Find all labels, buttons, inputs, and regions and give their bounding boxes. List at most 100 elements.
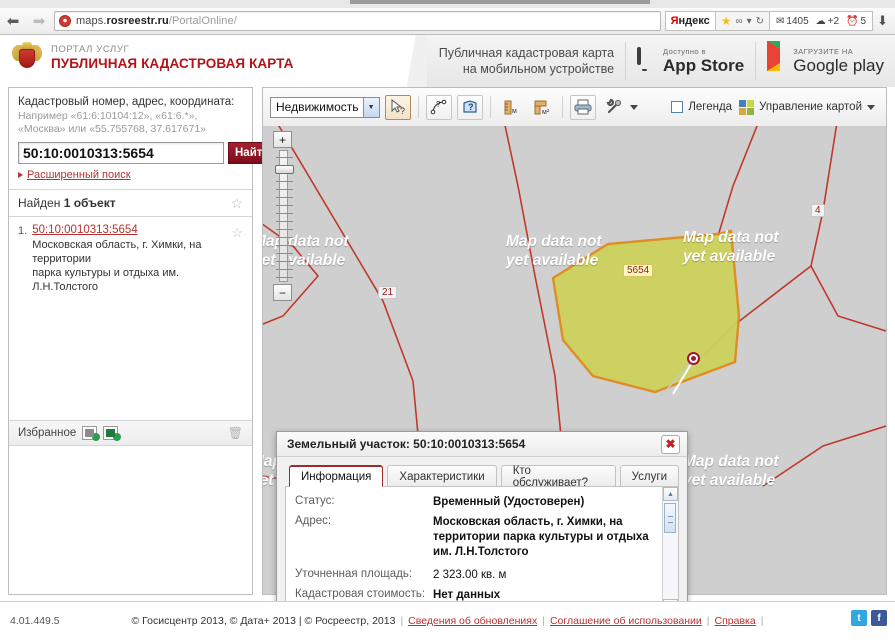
facebook-icon[interactable]: f xyxy=(871,610,887,626)
star-icon[interactable]: ☆ xyxy=(230,195,243,212)
tab-harakteristiki[interactable]: Характеристики xyxy=(387,465,497,487)
browser-active-tab[interactable] xyxy=(350,0,650,4)
mail-status[interactable]: ✉ 1405 xyxy=(776,16,809,27)
search-input[interactable] xyxy=(18,142,224,164)
star-icon[interactable]: ☆ xyxy=(231,224,243,294)
googleplay-badge[interactable]: ЗАГРУЗИТЕ НА Google play xyxy=(755,41,895,80)
promo-line-2: на мобильном устройстве xyxy=(462,62,615,76)
parcel-label: 5654 xyxy=(623,264,654,277)
pointer-query-tool[interactable]: ? xyxy=(384,94,411,120)
googleplay-google: Google xyxy=(793,56,853,75)
measure-area-tool[interactable]: м² xyxy=(529,95,555,120)
layer-select[interactable]: Недвижимость ▼ xyxy=(270,96,380,118)
tools-menu-caret-icon[interactable] xyxy=(629,104,638,110)
excel-export-icon[interactable] xyxy=(103,426,122,441)
sidebar: Кадастровый номер, адрес, координата: На… xyxy=(8,87,277,595)
svg-text:?: ? xyxy=(436,100,441,109)
found-text: Найден 1 объект xyxy=(18,196,116,210)
tab-informaciya[interactable]: Информация xyxy=(289,465,384,487)
play-triangle-icon xyxy=(767,41,787,73)
twitter-icon[interactable]: t xyxy=(851,610,867,626)
clock-status[interactable]: ⏰ 5 xyxy=(846,16,866,27)
favorites-bar: Избранное 🗑 xyxy=(9,420,252,446)
forward-arrow-icon[interactable]: ➡ xyxy=(26,9,52,33)
copyright-text: © Госисцентр 2013, © Дата+ 2013 | © Роср… xyxy=(131,615,396,627)
tab-kto-obsluzhivaet[interactable]: Кто обслуживает? xyxy=(500,465,616,489)
yandex-logo[interactable]: Яндекс xyxy=(664,11,715,31)
zoom-out-icon[interactable]: − xyxy=(273,284,292,301)
print-tool[interactable] xyxy=(569,94,596,120)
chevron-up-icon[interactable]: ▲ xyxy=(663,487,678,501)
legend-label: Легенда xyxy=(688,101,733,113)
measure-length-tool[interactable]: м xyxy=(498,95,524,120)
coat-of-arms-icon xyxy=(12,42,42,74)
result-address-line-2: парка культуры и отдыха им. Л.Н.Толстого xyxy=(32,267,180,293)
footer-link-updates[interactable]: Сведения об обновлениях xyxy=(408,615,537,627)
url-domain: rosreestr.ru xyxy=(106,15,169,27)
zoom-slider-handle[interactable] xyxy=(274,165,294,174)
main-content: Кадастровый номер, адрес, координата: На… xyxy=(0,87,895,623)
location-marker-icon[interactable] xyxy=(687,352,700,365)
appstore-badge[interactable]: Доступно в App Store xyxy=(625,42,755,80)
parcel-label: 21 xyxy=(378,286,398,299)
legend-toggle[interactable]: Легенда xyxy=(671,101,732,113)
legend-checkbox[interactable] xyxy=(671,101,684,113)
close-icon[interactable]: ✖ xyxy=(661,434,680,454)
yandex-logo-ya: Я xyxy=(670,15,679,27)
excel-import-icon[interactable] xyxy=(82,426,101,441)
map-control-menu[interactable]: Управление картой xyxy=(739,99,879,115)
tab-uslugi[interactable]: Услуги xyxy=(619,465,679,487)
url-bar[interactable]: maps.rosreestr.ru/PortalOnline/ xyxy=(54,11,661,31)
trash-icon[interactable]: 🗑 xyxy=(228,426,243,440)
chevron-down-icon xyxy=(867,104,875,110)
weather-status[interactable]: ☁ +2 xyxy=(816,16,839,27)
url-text: maps.rosreestr.ru/PortalOnline/ xyxy=(76,15,237,27)
star-icon[interactable]: ★ xyxy=(721,14,732,28)
mobile-promo-block: Публичная кадастровая карта на мобильном… xyxy=(396,35,895,87)
googleplay-big-label: Google play xyxy=(793,56,884,75)
polygon-query-tool[interactable]: ? xyxy=(456,94,483,120)
zoom-control: + − xyxy=(273,131,294,301)
svg-text:м: м xyxy=(512,108,517,115)
toolbar-divider xyxy=(489,96,491,118)
download-arrow-icon[interactable]: ⬇ xyxy=(873,13,892,29)
field-value: Московская область, г. Химки, на террито… xyxy=(433,516,649,558)
advanced-search-link[interactable]: Расширенный поиск xyxy=(18,169,243,181)
brand-text: ПОРТАЛ УСЛУГ ПУБЛИЧНАЯ КАДАСТРОВАЯ КАРТА xyxy=(51,44,294,72)
toolbar-divider xyxy=(417,96,419,118)
field-address: Адрес: Московская область, г. Химки, на … xyxy=(295,515,656,560)
clock-icon: ⏰ xyxy=(846,15,859,27)
footer-link-help[interactable]: Справка xyxy=(715,615,756,627)
polyline-query-tool[interactable]: ? xyxy=(425,94,452,120)
page-title: ПУБЛИЧНАЯ КАДАСТРОВАЯ КАРТА xyxy=(51,56,294,71)
yandex-status-group: ✉ 1405 ☁ +2 ⏰ 5 xyxy=(770,11,874,31)
reload-icon[interactable]: ↻ xyxy=(756,16,764,27)
popup-header: Земельный участок: 50:10:0010313:5654 ✖ xyxy=(277,432,687,457)
zoom-in-icon[interactable]: + xyxy=(273,131,292,148)
scrollbar-thumb[interactable] xyxy=(664,503,676,533)
field-label: Адрес: xyxy=(295,515,332,527)
footer-links: © Госисцентр 2013, © Дата+ 2013 | © Роср… xyxy=(0,615,895,627)
social-links: t f xyxy=(851,610,887,626)
result-cadastral-link[interactable]: 50:10:0010313:5654 xyxy=(32,224,226,236)
chevron-down-icon: ▼ xyxy=(362,97,379,117)
footer: 4.01.449.5 © Госисцентр 2013, © Дата+ 20… xyxy=(0,601,895,642)
tools-menu[interactable] xyxy=(601,95,627,120)
url-prefix: maps. xyxy=(76,15,107,27)
popup-scrollbar[interactable]: ▲ ▼ xyxy=(662,487,678,613)
chevron-down-icon[interactable]: ▾ xyxy=(747,16,752,27)
svg-text:м²: м² xyxy=(542,109,550,116)
field-label: Уточненная площадь: xyxy=(295,568,413,580)
zoom-slider-track[interactable] xyxy=(274,150,294,282)
advanced-search-label[interactable]: Расширенный поиск xyxy=(27,169,131,181)
ruler-meter-icon: м xyxy=(504,100,517,115)
link-icon[interactable]: ∞ xyxy=(735,16,742,27)
ruler-square-meter-icon: м² xyxy=(534,100,550,116)
footer-divider: | xyxy=(706,615,710,627)
list-item[interactable]: 1. 50:10:0010313:5654 Московская область… xyxy=(9,217,252,294)
found-count: 1 объект xyxy=(63,196,116,210)
back-arrow-icon[interactable]: ⬅ xyxy=(0,9,26,33)
footer-link-agreement[interactable]: Соглашение об использовании xyxy=(550,615,702,627)
grid-squares-icon xyxy=(739,99,755,115)
site-favicon-icon xyxy=(59,15,71,27)
